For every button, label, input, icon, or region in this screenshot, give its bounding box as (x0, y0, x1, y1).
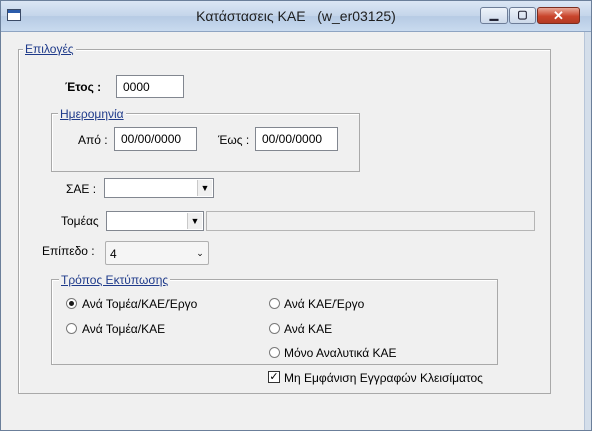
chevron-down-icon[interactable]: ▼ (197, 180, 212, 196)
sector-select[interactable]: ▼ (106, 211, 204, 231)
hide-closing-label[interactable]: Μη Εμφάνιση Εγγραφών Κλεισίματος (284, 371, 483, 385)
sae-select[interactable]: ▼ (104, 178, 214, 198)
close-button[interactable]: ✕ (537, 7, 580, 24)
radio-by-kae-label[interactable]: Ανά ΚΑΕ (284, 322, 332, 336)
date-group-legend: Ημερομηνία (58, 107, 126, 121)
sae-label: ΣΑΕ : (66, 182, 97, 196)
sector-label: Τομέας (61, 214, 99, 228)
maximize-button[interactable]: ▢ (509, 7, 536, 24)
options-group-legend: Επιλογές (23, 42, 76, 56)
radio-by-kae-project[interactable] (269, 298, 280, 309)
minimize-button[interactable]: ▁ (480, 7, 508, 24)
radio-detailed-kae-only-label[interactable]: Μόνο Αναλυτικά ΚΑΕ (284, 346, 397, 360)
date-to-label: Έως : (218, 133, 250, 147)
minimize-icon: ▁ (489, 9, 499, 21)
date-to-input[interactable]: 00/00/0000 (255, 127, 338, 151)
year-label: Έτος : (65, 80, 102, 94)
sector-description-field (206, 211, 535, 231)
chevron-down-icon[interactable]: ⌄ (193, 245, 207, 261)
date-from-label: Από : (78, 133, 108, 147)
report-window: Κατάστασεις ΚΑΕ (w_er03125) ▁ ▢ ✕ Επιλογ… (0, 0, 592, 431)
title-bar[interactable]: Κατάστασεις ΚΑΕ (w_er03125) ▁ ▢ ✕ (1, 1, 591, 32)
maximize-icon: ▢ (517, 9, 528, 21)
level-select[interactable]: 4 ⌄ (105, 241, 209, 265)
chevron-down-icon[interactable]: ▼ (187, 213, 202, 229)
radio-by-sector-kae[interactable] (66, 323, 77, 334)
close-icon: ✕ (553, 8, 564, 23)
checkmark-icon: ✓ (269, 371, 279, 383)
radio-by-kae[interactable] (269, 323, 280, 334)
hide-closing-checkbox[interactable]: ✓ (268, 371, 280, 383)
print-mode-legend: Τρόπος Εκτύπωσης (59, 273, 171, 287)
level-label: Επίπεδο : (42, 244, 95, 258)
year-input[interactable]: 0000 (116, 75, 184, 98)
client-area: Επιλογές Έτος : 0000 Ημερομηνία Από : 00… (1, 32, 591, 430)
radio-by-sector-kae-project-label[interactable]: Ανά Τομέα/ΚΑΕ/Έργο (82, 297, 197, 311)
radio-by-kae-project-label[interactable]: Ανά ΚΑΕ/Έργο (284, 297, 364, 311)
radio-detailed-kae-only[interactable] (269, 347, 280, 358)
radio-by-sector-kae-label[interactable]: Ανά Τομέα/ΚΑΕ (82, 322, 165, 336)
radio-by-sector-kae-project[interactable] (66, 298, 77, 309)
date-from-input[interactable]: 00/00/0000 (114, 127, 197, 151)
level-value: 4 (110, 247, 117, 261)
window-right-border (584, 32, 591, 430)
